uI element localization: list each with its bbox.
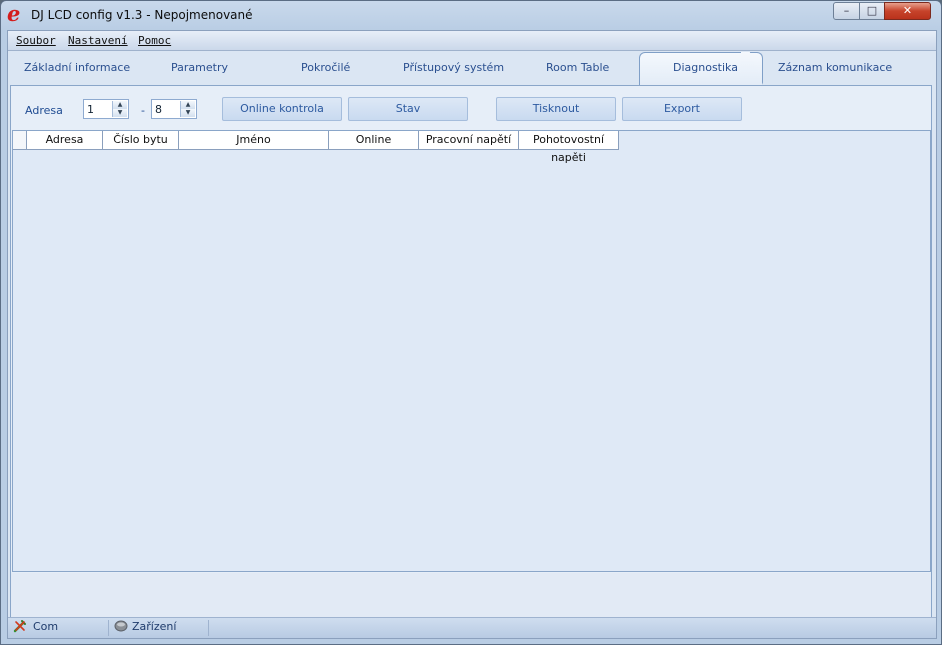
status-separator bbox=[208, 620, 209, 636]
status-separator bbox=[108, 620, 109, 636]
minimize-button[interactable]: – bbox=[833, 2, 860, 20]
app-logo-icon: e bbox=[7, 1, 21, 26]
tab-zaznam-komunikace[interactable]: Záznam komunikace bbox=[778, 61, 892, 74]
title-bar[interactable]: e DJ LCD config v1.3 - Nepojmenované – □… bbox=[1, 1, 941, 29]
range-separator: - bbox=[141, 104, 145, 117]
address-to-stepper[interactable]: 8 ▲ ▼ bbox=[151, 99, 197, 119]
stepper-buttons: ▲ ▼ bbox=[180, 101, 195, 117]
stepper-buttons: ▲ ▼ bbox=[112, 101, 127, 117]
window-title: DJ LCD config v1.3 - Nepojmenované bbox=[31, 8, 253, 22]
tab-pokrocile[interactable]: Pokročilé bbox=[301, 61, 350, 74]
address-label: Adresa bbox=[25, 104, 63, 117]
spin-down-icon[interactable]: ▼ bbox=[113, 109, 127, 117]
address-to-value[interactable]: 8 bbox=[155, 103, 162, 116]
device-icon bbox=[114, 620, 128, 632]
diagnostics-toolbar: Adresa 1 ▲ ▼ - 8 ▲ ▼ Online kontrola Sta… bbox=[11, 86, 931, 130]
column-header-pohotovostni-napeti[interactable]: Pohotovostní napěti bbox=[519, 131, 619, 164]
column-header-cislo-bytu[interactable]: Číslo bytu bbox=[103, 131, 179, 150]
menu-nastaveni[interactable]: Nastavení bbox=[68, 34, 128, 47]
menu-soubor[interactable]: Soubor bbox=[16, 34, 56, 47]
status-bar: Com Zařízení bbox=[8, 617, 936, 638]
menu-bar: Soubor Nastavení Pomoc bbox=[8, 31, 936, 51]
header-corner bbox=[13, 131, 27, 150]
diagnostics-panel: Adresa 1 ▲ ▼ - 8 ▲ ▼ Online kontrola Sta… bbox=[10, 85, 932, 634]
address-from-value[interactable]: 1 bbox=[87, 103, 94, 116]
address-from-stepper[interactable]: 1 ▲ ▼ bbox=[83, 99, 129, 119]
tab-pristupovy-system[interactable]: Přístupový systém bbox=[403, 61, 504, 74]
status-com: Com bbox=[33, 620, 59, 633]
spin-down-icon[interactable]: ▼ bbox=[181, 109, 195, 117]
column-header-pracovni-napeti[interactable]: Pracovní napětí bbox=[419, 131, 519, 150]
column-header-online[interactable]: Online bbox=[329, 131, 419, 150]
export-button[interactable]: Export bbox=[622, 97, 742, 121]
app-window: e DJ LCD config v1.3 - Nepojmenované – □… bbox=[0, 0, 942, 645]
tab-room-table[interactable]: Room Table bbox=[546, 61, 609, 74]
client-area: Soubor Nastavení Pomoc Základní informac… bbox=[7, 30, 937, 639]
close-button[interactable]: ✕ bbox=[884, 2, 931, 20]
status-button[interactable]: Stav bbox=[348, 97, 468, 121]
menu-pomoc[interactable]: Pomoc bbox=[138, 34, 171, 47]
diagnostics-table[interactable]: Adresa Číslo bytu Jméno Online Pracovní … bbox=[12, 130, 931, 572]
disconnected-plug-icon bbox=[13, 620, 26, 633]
tab-parametry[interactable]: Parametry bbox=[171, 61, 228, 74]
column-header-jmeno[interactable]: Jméno bbox=[179, 131, 329, 150]
print-button[interactable]: Tisknout bbox=[496, 97, 616, 121]
tab-zakladni-informace[interactable]: Základní informace bbox=[24, 61, 130, 74]
tab-diagnostika[interactable]: Diagnostika bbox=[673, 61, 738, 74]
online-check-button[interactable]: Online kontrola bbox=[222, 97, 342, 121]
status-device: Zařízení bbox=[132, 620, 177, 633]
column-header-adresa[interactable]: Adresa bbox=[27, 131, 103, 150]
tab-strip: Základní informace Parametry Pokročilé P… bbox=[8, 52, 936, 85]
maximize-button[interactable]: □ bbox=[859, 2, 885, 20]
